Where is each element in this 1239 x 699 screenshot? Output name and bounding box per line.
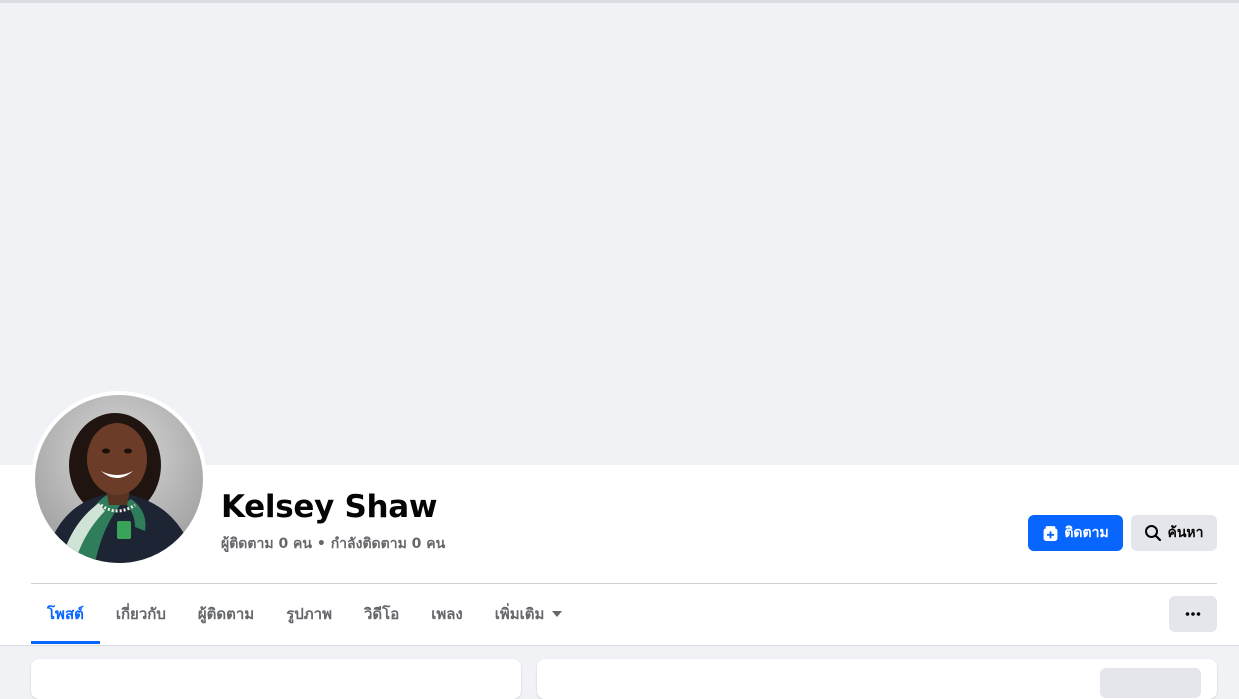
profile-picture[interactable] [31,391,207,567]
tab-label: เพิ่มเติม [494,605,545,623]
tab-label: เพลง [431,605,463,623]
filter-button[interactable] [1100,668,1201,698]
more-options-button[interactable] [1169,596,1217,632]
avatar-photo [35,395,203,563]
search-button[interactable]: ค้นหา [1131,515,1217,551]
tab-more[interactable]: เพิ่มเติม [479,584,579,644]
tab-videos[interactable]: วิดีโอ [348,584,415,644]
tab-label: วิดีโอ [363,605,400,623]
avatar[interactable] [35,395,203,563]
profile-tabs: โพสต์ เกี่ยวกับ ผู้ติดตาม รูปภาพ วิดีโอ … [31,584,578,644]
search-button-label: ค้นหา [1167,525,1204,541]
tab-music[interactable]: เพลง [415,584,479,644]
tab-label: ผู้ติดตาม [197,605,255,623]
tab-label: รูปภาพ [286,605,332,623]
follow-button-label: ติดตาม [1064,525,1109,541]
tab-label: เกี่ยวกับ [115,605,166,623]
tab-followers[interactable]: ผู้ติดตาม [182,584,270,644]
profile-name: Kelsey Shaw [221,489,438,525]
follower-following-count[interactable]: ผู้ติดตาม 0 คน • กำลังติดตาม 0 คน [221,533,445,555]
tab-photos[interactable]: รูปภาพ [270,584,348,644]
ellipsis-icon [1185,612,1201,616]
follow-button[interactable]: ติดตาม [1028,515,1123,551]
tab-label: โพสต์ [47,605,84,623]
search-icon [1144,524,1162,542]
tab-posts[interactable]: โพสต์ [31,584,100,644]
posts-card [537,659,1217,699]
follow-plus-icon [1042,525,1059,542]
caret-down-icon [552,611,563,617]
cover-photo-area[interactable] [0,3,1239,465]
tab-about[interactable]: เกี่ยวกับ [100,584,182,644]
intro-card [31,659,521,699]
